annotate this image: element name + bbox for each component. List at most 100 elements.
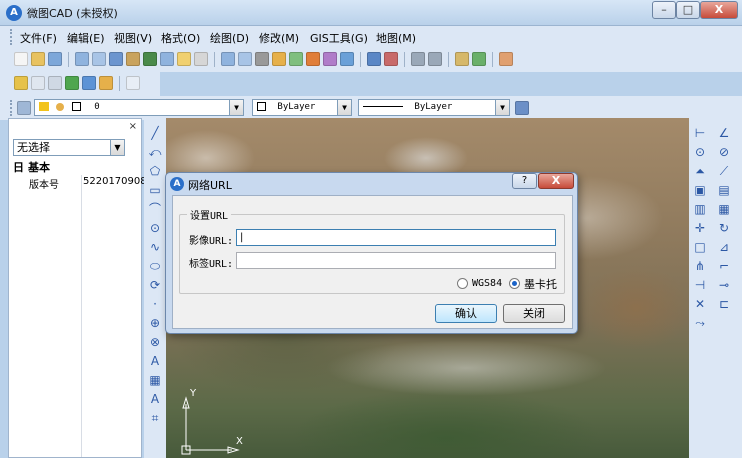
close-button[interactable]: X [700, 1, 738, 19]
cancel-button[interactable]: 关闭 [503, 304, 565, 323]
query-icon[interactable] [194, 52, 208, 66]
draw-tool-icon[interactable]: A [148, 392, 162, 406]
draw-tool-icon[interactable]: ▭ [148, 183, 162, 197]
dimension-icon[interactable] [323, 52, 337, 66]
selection-select[interactable]: 无选择 ▼ [13, 139, 125, 156]
grid-icon[interactable] [367, 52, 381, 66]
draw-tool-icon[interactable]: · [148, 297, 162, 311]
pan-icon[interactable] [255, 52, 269, 66]
image-icon[interactable] [499, 52, 513, 66]
web-icon[interactable] [82, 76, 96, 90]
draw-tool-icon[interactable]: ⊕ [148, 316, 162, 330]
close-icon[interactable]: × [129, 121, 137, 132]
menu-draw[interactable]: 绘图(D) [210, 30, 249, 46]
open-file-icon[interactable] [31, 52, 45, 66]
modify-tool-icon[interactable]: ⟋ [717, 164, 731, 178]
modify-tool-icon[interactable]: ⤳ [693, 316, 707, 330]
modify-tool-icon[interactable]: □ [693, 240, 707, 254]
layers-icon[interactable] [17, 101, 31, 115]
draw-tool-icon[interactable]: ⬭ [148, 259, 162, 273]
color-icon[interactable] [472, 52, 486, 66]
modify-tool-icon[interactable]: ⋔ [693, 259, 707, 273]
help-button[interactable]: ? [512, 173, 537, 189]
zoom-realtime-icon[interactable] [75, 52, 89, 66]
search-icon[interactable] [238, 52, 252, 66]
draw-tool-icon[interactable]: ╱ [148, 126, 162, 140]
menu-edit[interactable]: 编辑(E) [67, 30, 105, 46]
menu-gis-tools[interactable]: GIS工具(G) [310, 30, 368, 46]
dialog-close-button[interactable]: X [538, 173, 574, 189]
modify-tool-icon[interactable]: ⊿ [717, 240, 731, 254]
draw-tool-icon[interactable]: ▦ [148, 373, 162, 387]
modify-tool-icon[interactable]: ⊙ [693, 145, 707, 159]
modify-tool-icon[interactable]: ▥ [693, 202, 707, 216]
collapse-icon[interactable]: 日 [13, 161, 24, 174]
minimize-button[interactable]: – [652, 1, 676, 19]
pencil-icon[interactable] [272, 52, 286, 66]
coordinate-icon[interactable] [143, 52, 157, 66]
tag-url-input[interactable] [236, 252, 556, 269]
menu-map[interactable]: 地图(M) [376, 30, 416, 46]
chevron-down-icon[interactable]: ▼ [337, 100, 351, 115]
save-file-icon[interactable] [48, 52, 62, 66]
chevron-down-icon[interactable]: ▼ [495, 100, 509, 115]
draw-tool-icon[interactable]: ⊙ [148, 221, 162, 235]
layer-manager-icon[interactable] [14, 76, 28, 90]
measure-icon[interactable] [126, 52, 140, 66]
image-url-input[interactable]: | [236, 229, 556, 246]
draw-tool-icon[interactable]: ⊗ [148, 335, 162, 349]
wgs84-radio[interactable] [457, 278, 468, 289]
lineweight-icon[interactable] [515, 101, 529, 115]
new-file-icon[interactable] [14, 52, 28, 66]
draw-tool-icon[interactable]: ⤺ [148, 145, 162, 159]
color-select[interactable]: ByLayer ▼ [252, 99, 352, 116]
modify-tool-icon[interactable]: ⏶ [693, 164, 707, 178]
draw-tool-icon[interactable]: ∿ [148, 240, 162, 254]
modify-tool-icon[interactable]: ⊏ [717, 297, 731, 311]
menu-view[interactable]: 视图(V) [114, 30, 152, 46]
zoom-out-icon[interactable] [221, 52, 235, 66]
ok-button[interactable]: 确认 [435, 304, 497, 323]
chart-icon[interactable] [340, 52, 354, 66]
zoom-extents-icon[interactable] [109, 52, 123, 66]
layer-select[interactable]: 0 ▼ [34, 99, 244, 116]
modify-tool-icon[interactable]: ▦ [717, 202, 731, 216]
cloud-icon[interactable] [48, 76, 62, 90]
property-row[interactable]: 版本号 5220170908 [13, 175, 147, 191]
draw-tool-icon[interactable]: ⌒ [148, 202, 162, 216]
preview-icon[interactable] [126, 76, 140, 90]
modify-tool-icon[interactable]: ⊣ [693, 278, 707, 292]
group-basic[interactable]: 日基本 [13, 159, 50, 175]
modify-tool-icon[interactable]: ⊘ [717, 145, 731, 159]
modify-tool-icon[interactable]: ⌐ [717, 259, 731, 273]
menu-modify[interactable]: 修改(M) [259, 30, 299, 46]
hint-icon[interactable] [177, 52, 191, 66]
modify-tool-icon[interactable]: ▣ [693, 183, 707, 197]
mercator-radio[interactable] [509, 278, 520, 289]
chevron-down-icon[interactable]: ▼ [110, 140, 124, 155]
modify-tool-icon[interactable]: ∠ [717, 126, 731, 140]
modify-tool-icon[interactable]: ⊢ [693, 126, 707, 140]
brush-icon[interactable] [99, 76, 113, 90]
properties-icon[interactable] [306, 52, 320, 66]
print-icon[interactable] [455, 52, 469, 66]
menu-format[interactable]: 格式(O) [161, 30, 200, 46]
linetype-select[interactable]: ByLayer ▼ [358, 99, 510, 116]
erase-icon[interactable] [384, 52, 398, 66]
draw-tool-icon[interactable]: A [148, 354, 162, 368]
modify-tool-icon[interactable]: ✛ [693, 221, 707, 235]
menu-file[interactable]: 文件(F) [20, 30, 57, 46]
maximize-button[interactable]: □ [676, 1, 700, 19]
undo-icon[interactable] [411, 52, 425, 66]
draw-tool-icon[interactable]: ⬠ [148, 164, 162, 178]
zoom-in-icon[interactable] [160, 52, 174, 66]
redo-icon[interactable] [428, 52, 442, 66]
modify-tool-icon[interactable]: ⊸ [717, 278, 731, 292]
modify-tool-icon[interactable]: ↻ [717, 221, 731, 235]
chevron-down-icon[interactable]: ▼ [229, 100, 243, 115]
modify-tool-icon[interactable]: ✕ [693, 297, 707, 311]
draw-tool-icon[interactable]: ⟳ [148, 278, 162, 292]
zoom-window-icon[interactable] [92, 52, 106, 66]
modify-tool-icon[interactable]: ▤ [717, 183, 731, 197]
layer-icon[interactable] [289, 52, 303, 66]
